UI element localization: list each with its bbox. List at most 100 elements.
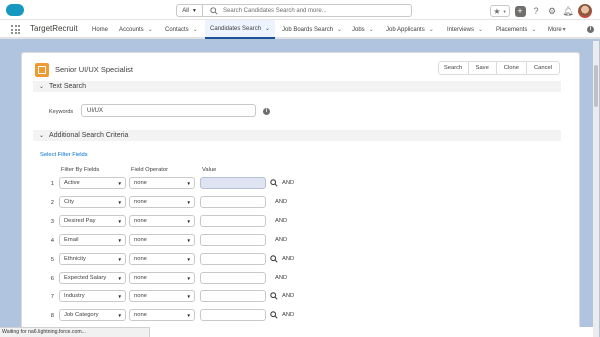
conjunction-label: AND bbox=[275, 198, 288, 205]
field-operator-select[interactable]: none ▼ bbox=[129, 309, 195, 322]
filter-field-select[interactable]: Email ▼ bbox=[59, 233, 126, 246]
text-search-section-header[interactable]: ⌄ Text Search bbox=[33, 81, 561, 92]
header-utilities: ★ ▼ + ? ⚙ 🔔︎ bbox=[490, 4, 592, 18]
filter-field-value: Desired Pay bbox=[64, 217, 96, 224]
field-operator-value: none bbox=[134, 180, 147, 186]
field-operator-value: none bbox=[134, 274, 147, 281]
keywords-label: Keywords bbox=[49, 109, 74, 115]
setup-gear-icon[interactable]: ⚙ bbox=[546, 5, 558, 17]
nav-item-job-boards-search[interactable]: Job Boards Search ⌄ bbox=[282, 20, 342, 39]
nav-label: Candidates Search bbox=[210, 25, 262, 32]
caret-down-icon: ▼ bbox=[186, 313, 191, 319]
nav-item-placements[interactable]: Placements ⌄ bbox=[496, 20, 536, 39]
value-input[interactable] bbox=[200, 271, 266, 284]
record-type-icon bbox=[35, 63, 49, 77]
field-operator-select[interactable]: none ▼ bbox=[129, 290, 195, 303]
filter-field-value: Industry bbox=[64, 293, 85, 300]
select-filter-fields-link[interactable]: Select Filter Fields bbox=[40, 152, 88, 158]
chevron-down-icon[interactable]: ⌄ bbox=[531, 26, 536, 33]
chevron-down-icon[interactable]: ⌄ bbox=[369, 26, 374, 33]
lookup-search-icon[interactable] bbox=[270, 292, 278, 300]
field-operator-select[interactable]: none ▼ bbox=[129, 214, 195, 227]
notifications-bell-icon[interactable]: 🔔︎ bbox=[562, 5, 574, 17]
additional-criteria-section-header[interactable]: ⌄ Additional Search Criteria bbox=[33, 130, 561, 141]
salesforce-logo[interactable] bbox=[6, 4, 24, 16]
nav-item-contacts[interactable]: Contacts ⌄ bbox=[165, 20, 198, 39]
caret-down-icon: ▼ bbox=[186, 181, 191, 186]
filter-row: 1 Active ▼ none ▼ AND bbox=[22, 177, 322, 190]
chevron-down-icon[interactable]: ⌄ bbox=[193, 26, 198, 33]
filter-field-select[interactable]: Ethnicity ▼ bbox=[59, 252, 126, 265]
page-scrollbar[interactable] bbox=[593, 41, 599, 337]
chevron-down-icon[interactable]: ⌄ bbox=[148, 26, 153, 33]
filter-row: 3 Desired Pay ▼ none ▼ AND bbox=[22, 214, 322, 228]
chevron-down-icon[interactable]: ⌄ bbox=[265, 25, 270, 32]
caret-down-icon: ▾ bbox=[562, 27, 566, 33]
save-button[interactable]: Save bbox=[468, 62, 497, 74]
nav-label: Contacts bbox=[165, 26, 189, 33]
chevron-down-icon[interactable]: ⌄ bbox=[337, 26, 342, 33]
field-operator-select[interactable]: none ▼ bbox=[129, 195, 195, 208]
filter-field-select[interactable]: Job Category ▼ bbox=[59, 309, 126, 322]
app-launcher-icon[interactable] bbox=[11, 25, 20, 34]
scrollbar-thumb[interactable] bbox=[594, 65, 598, 107]
caret-down-icon: ▼ bbox=[117, 237, 122, 243]
value-input[interactable] bbox=[200, 290, 266, 303]
field-operator-select[interactable]: none ▼ bbox=[129, 252, 195, 265]
value-input[interactable] bbox=[200, 214, 266, 227]
field-operator-select[interactable]: none ▼ bbox=[129, 233, 195, 246]
caret-down-icon: ▼ bbox=[117, 294, 122, 300]
help-icon[interactable]: ? bbox=[530, 5, 542, 17]
nav-label: Job Boards Search bbox=[282, 26, 334, 33]
clone-button[interactable]: Clone bbox=[496, 62, 527, 74]
value-input[interactable] bbox=[200, 252, 266, 265]
field-operator-select[interactable]: none ▼ bbox=[129, 271, 195, 284]
conjunction-label: AND bbox=[275, 274, 288, 281]
filter-field-select[interactable]: Expected Salary ▼ bbox=[59, 271, 126, 284]
avatar[interactable] bbox=[578, 4, 592, 18]
row-number: 5 bbox=[50, 256, 54, 263]
row-number: 4 bbox=[50, 237, 54, 244]
lookup-search-icon[interactable] bbox=[270, 179, 278, 187]
nav-item-jobs[interactable]: Jobs ⌄ bbox=[352, 20, 374, 39]
search-input[interactable]: Search Candidates Search and more... bbox=[223, 8, 327, 14]
keywords-input[interactable]: UI/UX bbox=[81, 104, 256, 117]
chevron-down-icon: ▼ bbox=[191, 7, 197, 14]
filter-field-select[interactable]: Active ▼ bbox=[59, 177, 126, 189]
value-input[interactable] bbox=[200, 309, 266, 322]
caret-down-icon: ▼ bbox=[186, 275, 191, 281]
nav-item-candidates-search[interactable]: Candidates Search ⌄ bbox=[205, 20, 276, 39]
search-scope-dropdown[interactable]: All ▼ bbox=[177, 5, 203, 16]
row-number: 6 bbox=[50, 275, 54, 282]
chevron-down-icon[interactable]: ⌄ bbox=[429, 26, 434, 33]
filter-field-select[interactable]: City ▼ bbox=[59, 195, 126, 208]
nav-item-accounts[interactable]: Accounts ⌄ bbox=[119, 20, 153, 39]
filter-field-select[interactable]: Industry ▼ bbox=[59, 290, 126, 303]
lookup-search-icon[interactable] bbox=[270, 254, 278, 263]
nav-label: Home bbox=[92, 26, 109, 33]
value-input[interactable] bbox=[200, 233, 266, 246]
nav-item-interviews[interactable]: Interviews ⌄ bbox=[447, 20, 483, 39]
filter-field-value: Email bbox=[64, 236, 79, 243]
value-input[interactable] bbox=[200, 195, 266, 208]
section-label: Text Search bbox=[49, 83, 86, 90]
conjunction-label: AND bbox=[282, 180, 295, 186]
favorites-star-icon[interactable]: ★ ▼ bbox=[490, 5, 510, 17]
nav-item-home[interactable]: Home bbox=[92, 20, 108, 39]
conjunction-label: AND bbox=[282, 255, 295, 262]
field-operator-select[interactable]: none ▼ bbox=[129, 177, 195, 189]
info-icon[interactable]: i bbox=[263, 108, 270, 115]
global-add-icon[interactable]: + bbox=[514, 5, 526, 17]
caret-down-icon: ▼ bbox=[117, 275, 122, 281]
filter-field-select[interactable]: Desired Pay ▼ bbox=[59, 214, 126, 227]
chevron-down-icon[interactable]: ⌄ bbox=[478, 26, 483, 33]
lookup-search-icon[interactable] bbox=[270, 311, 278, 319]
nav-item-more[interactable]: More ▾ bbox=[548, 20, 566, 39]
filter-row: 2 City ▼ none ▼ AND bbox=[22, 195, 322, 209]
nav-item-job-applicants[interactable]: Job Applicants ⌄ bbox=[386, 20, 434, 39]
info-icon[interactable]: i bbox=[587, 26, 594, 33]
field-operator-value: none bbox=[134, 312, 147, 319]
cancel-button[interactable]: Cancel bbox=[526, 62, 559, 74]
row-number: 1 bbox=[50, 181, 54, 187]
search-button[interactable]: Search bbox=[438, 62, 469, 74]
